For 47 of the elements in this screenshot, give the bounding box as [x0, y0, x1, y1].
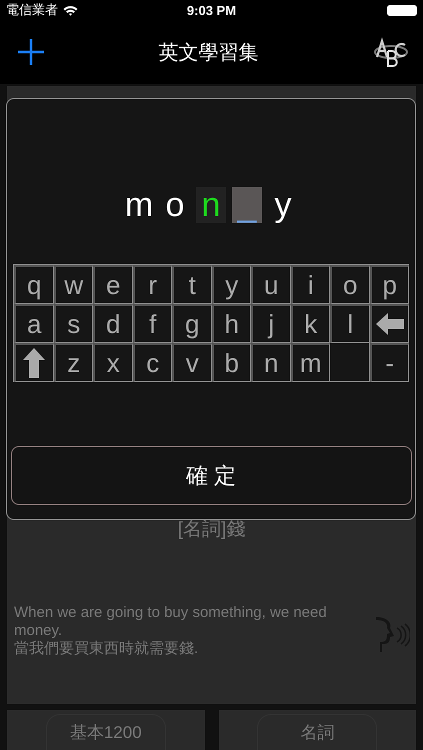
word-letter: m [124, 187, 154, 223]
battery-icon [387, 4, 417, 16]
key[interactable]: v [172, 343, 212, 382]
letters-logo-icon[interactable] [373, 37, 409, 67]
key[interactable]: r [132, 265, 172, 304]
carrier-name: 電信業者 [6, 1, 58, 19]
key[interactable]: i [290, 265, 330, 304]
wifi-icon [63, 4, 78, 16]
shift-key[interactable] [14, 343, 54, 382]
key[interactable]: o [330, 265, 370, 304]
key[interactable]: d [93, 304, 132, 343]
add-icon[interactable] [18, 39, 44, 65]
entered-letter: n [196, 187, 226, 223]
word-meaning: [名詞]錢 [178, 518, 246, 542]
letter-cursor: _ [232, 187, 262, 223]
key[interactable]: m [290, 343, 330, 382]
confirm-button[interactable]: 確 定 [10, 446, 412, 505]
word-letter: y [274, 187, 292, 223]
key[interactable]: e [93, 265, 132, 304]
backspace-key[interactable] [370, 304, 409, 343]
key[interactable]: h [212, 304, 251, 343]
key[interactable]: - [370, 343, 409, 382]
key[interactable]: l [330, 304, 370, 343]
key[interactable]: t [172, 265, 212, 304]
example-sentence: When we are going to buy something, we need money. 當我們要買東西時就需要錢. [14, 604, 328, 658]
key[interactable]: y [212, 265, 251, 304]
key[interactable]: p [370, 265, 409, 304]
left-arrow-icon [376, 313, 404, 335]
key[interactable]: x [93, 343, 132, 382]
key[interactable]: w [54, 265, 93, 304]
key[interactable]: f [132, 304, 172, 343]
key[interactable]: j [251, 304, 290, 343]
up-arrow-icon [23, 348, 46, 378]
nav-title: 英文學習集 [158, 40, 258, 66]
word-letter: o [164, 187, 186, 223]
key[interactable]: s [54, 304, 93, 343]
key[interactable]: z [54, 343, 93, 382]
key[interactable]: u [251, 265, 290, 304]
key[interactable]: b [212, 343, 251, 382]
key[interactable]: k [290, 304, 330, 343]
key[interactable]: n [251, 343, 290, 382]
blank-key[interactable] [330, 343, 370, 382]
key[interactable]: q [14, 265, 54, 304]
key[interactable]: c [132, 343, 172, 382]
key[interactable]: a [14, 304, 54, 343]
key[interactable]: g [172, 304, 212, 343]
status-time: 9:03 PM [186, 2, 236, 18]
